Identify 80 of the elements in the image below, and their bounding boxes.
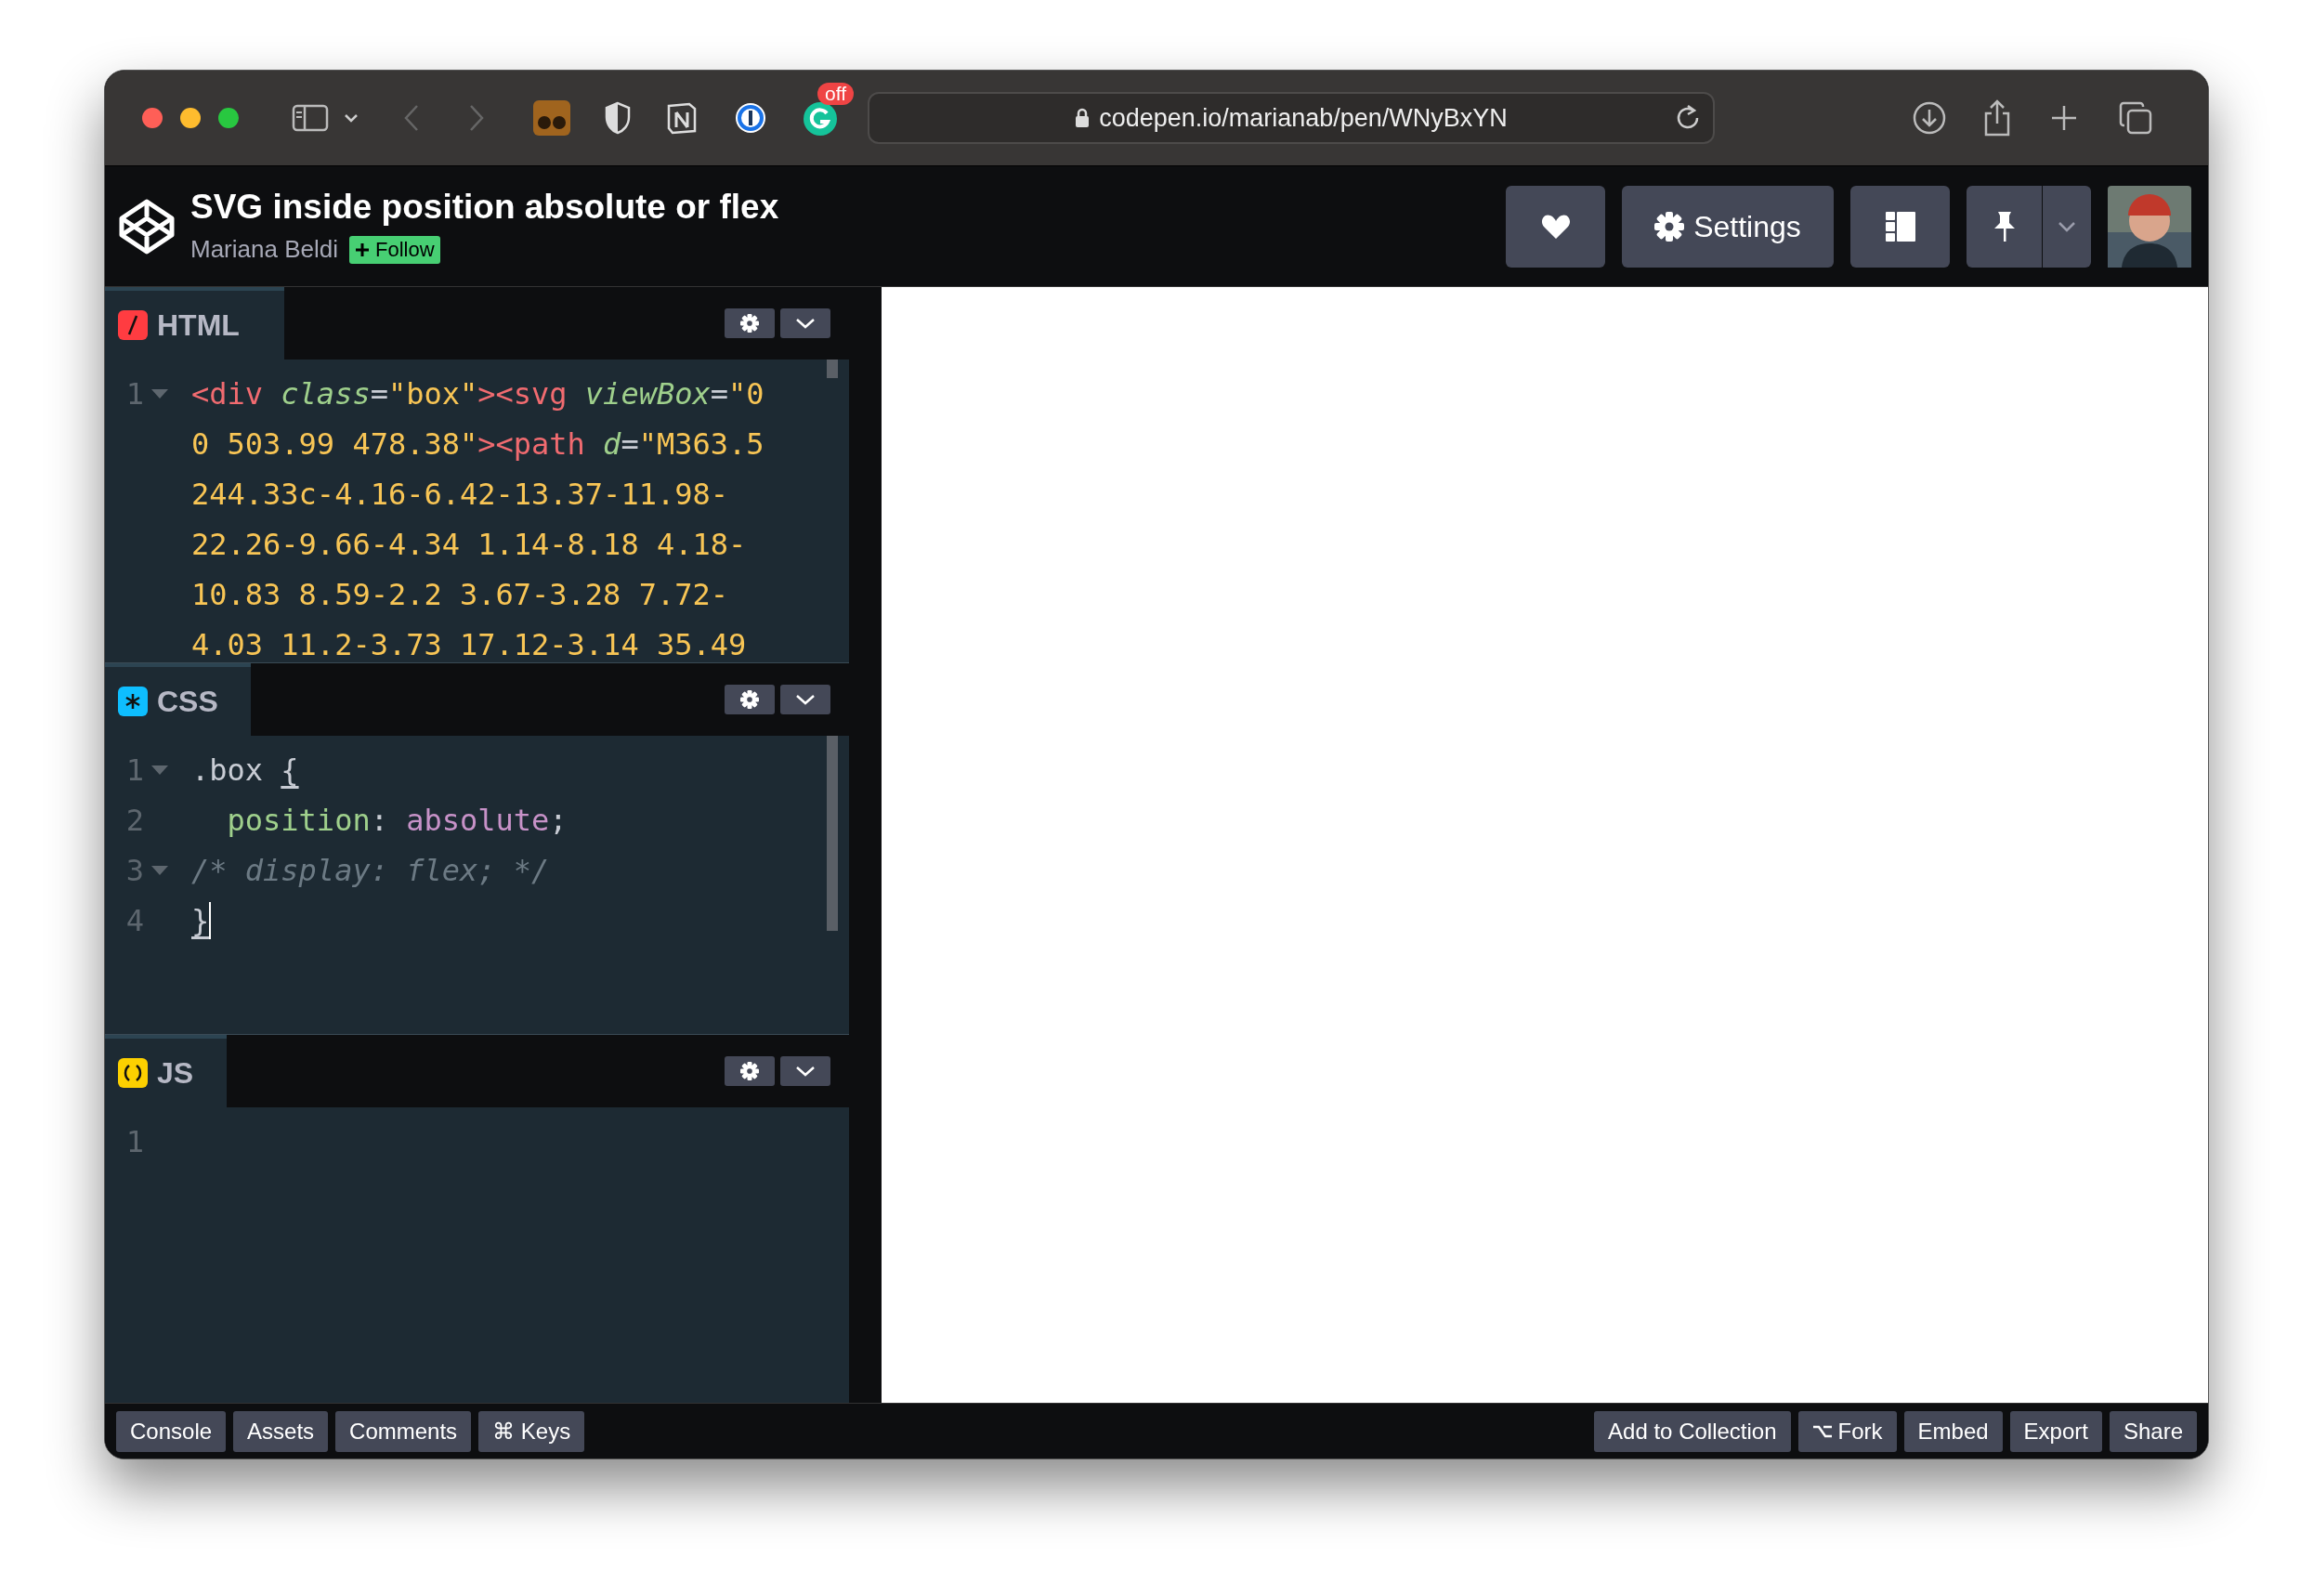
fork-icon <box>1811 1423 1833 1439</box>
tabs-overview-icon[interactable] <box>2119 101 2152 135</box>
slash-icon <box>118 310 148 340</box>
chevron-down-icon <box>795 318 816 329</box>
scrollbar-thumb[interactable] <box>827 736 838 931</box>
fold-arrow-icon[interactable] <box>151 389 168 399</box>
settings-button[interactable]: Settings <box>1622 185 1834 268</box>
shield-icon[interactable] <box>604 101 632 135</box>
code-line: 22.26-9.66-4.34 1.14-8.18 4.18- <box>191 526 747 564</box>
address-bar[interactable]: codepen.io/marianab/pen/WNyBxYN <box>868 92 1715 144</box>
footer-button[interactable]: Console <box>116 1410 227 1452</box>
footer-button[interactable]: Add to Collection <box>1594 1410 1791 1452</box>
gear-icon <box>740 314 759 333</box>
pen-title: SVG inside position absolute or flex <box>190 187 779 228</box>
extension-badge: off <box>817 83 854 105</box>
collapse-button[interactable] <box>780 685 830 714</box>
lock-icon <box>1075 108 1091 128</box>
scrollbar-thumb[interactable] <box>827 360 838 378</box>
chevron-down-icon <box>795 1066 816 1077</box>
download-icon[interactable] <box>1913 101 1946 135</box>
footer-button[interactable]: Assets <box>233 1410 329 1452</box>
code-line: position: absolute; <box>226 802 568 840</box>
fold-arrow-icon[interactable] <box>151 866 168 875</box>
sidebar-icon[interactable] <box>292 104 329 132</box>
code-line: /* display: flex; */ <box>191 852 550 890</box>
layout-icon <box>1885 211 1915 242</box>
grammar-extension-icon[interactable] <box>803 101 838 137</box>
heart-icon <box>1540 213 1571 240</box>
plus-icon <box>355 242 370 257</box>
footer-button[interactable]: Share <box>2109 1410 2197 1452</box>
code-line: 244.33c-4.16-6.42-13.37-11.98- <box>191 476 728 514</box>
collapse-button[interactable] <box>780 308 830 338</box>
editor-label: HTML <box>157 307 240 344</box>
footer-button[interactable]: Embed <box>1903 1410 2003 1452</box>
code-line: 10.83 8.59-2.2 3.67-3.28 7.72- <box>191 576 728 614</box>
share-icon[interactable] <box>1983 99 2011 137</box>
footer-button[interactable]: Export <box>2009 1410 2102 1452</box>
line-number: 4 <box>124 902 144 940</box>
footer-button[interactable]: ⌘ Keys <box>478 1410 585 1452</box>
avatar[interactable] <box>2108 185 2191 268</box>
asterisk-icon <box>118 687 148 716</box>
zoom-window-button[interactable] <box>218 108 239 128</box>
code-line: <div class="box"><svg viewBox="0 <box>191 375 764 413</box>
heart-button[interactable] <box>1506 185 1605 268</box>
codepen-logo-icon[interactable] <box>118 197 176 255</box>
editor-label: CSS <box>157 684 218 720</box>
author-name[interactable]: Mariana Beldi <box>190 231 338 268</box>
minimize-window-button[interactable] <box>180 108 201 128</box>
line-number: 1 <box>124 752 144 790</box>
chevron-down-icon <box>2058 220 2076 232</box>
parentheses-icon <box>118 1058 148 1088</box>
line-number: 1 <box>124 1123 144 1161</box>
password-manager-icon[interactable] <box>734 101 767 135</box>
editor-settings-button[interactable] <box>725 308 775 338</box>
code-line: .box { <box>191 752 299 790</box>
gear-icon <box>740 690 759 709</box>
chevron-down-icon[interactable] <box>344 113 359 123</box>
code-line: } <box>191 901 212 941</box>
code-line: 0 503.99 478.38"><path d="M363.5 <box>191 425 764 464</box>
editor-settings-button[interactable] <box>725 685 775 714</box>
editor-settings-button[interactable] <box>725 1056 775 1086</box>
code-line: 4.03 11.2-3.73 17.12-3.14 35.49 <box>191 626 747 662</box>
line-number: 1 <box>124 375 144 413</box>
line-number: 3 <box>124 852 144 890</box>
layout-button[interactable] <box>1850 185 1950 268</box>
glasses-extension-icon[interactable] <box>533 100 570 136</box>
gear-icon <box>740 1062 759 1080</box>
collapse-button[interactable] <box>780 1056 830 1086</box>
pin-button[interactable] <box>1967 185 2043 268</box>
new-tab-icon[interactable] <box>2050 104 2078 132</box>
chevron-down-icon <box>795 694 816 705</box>
reload-icon[interactable] <box>1676 105 1700 131</box>
fold-arrow-icon[interactable] <box>151 765 168 775</box>
footer-button[interactable]: Fork <box>1797 1410 1897 1452</box>
url-text: codepen.io/marianab/pen/WNyBxYN <box>1099 102 1508 134</box>
editor-label: JS <box>157 1055 194 1092</box>
line-number: 2 <box>124 802 144 840</box>
footer-button[interactable]: Comments <box>335 1410 472 1452</box>
follow-button[interactable]: Follow <box>349 235 440 264</box>
close-window-button[interactable] <box>142 108 163 128</box>
